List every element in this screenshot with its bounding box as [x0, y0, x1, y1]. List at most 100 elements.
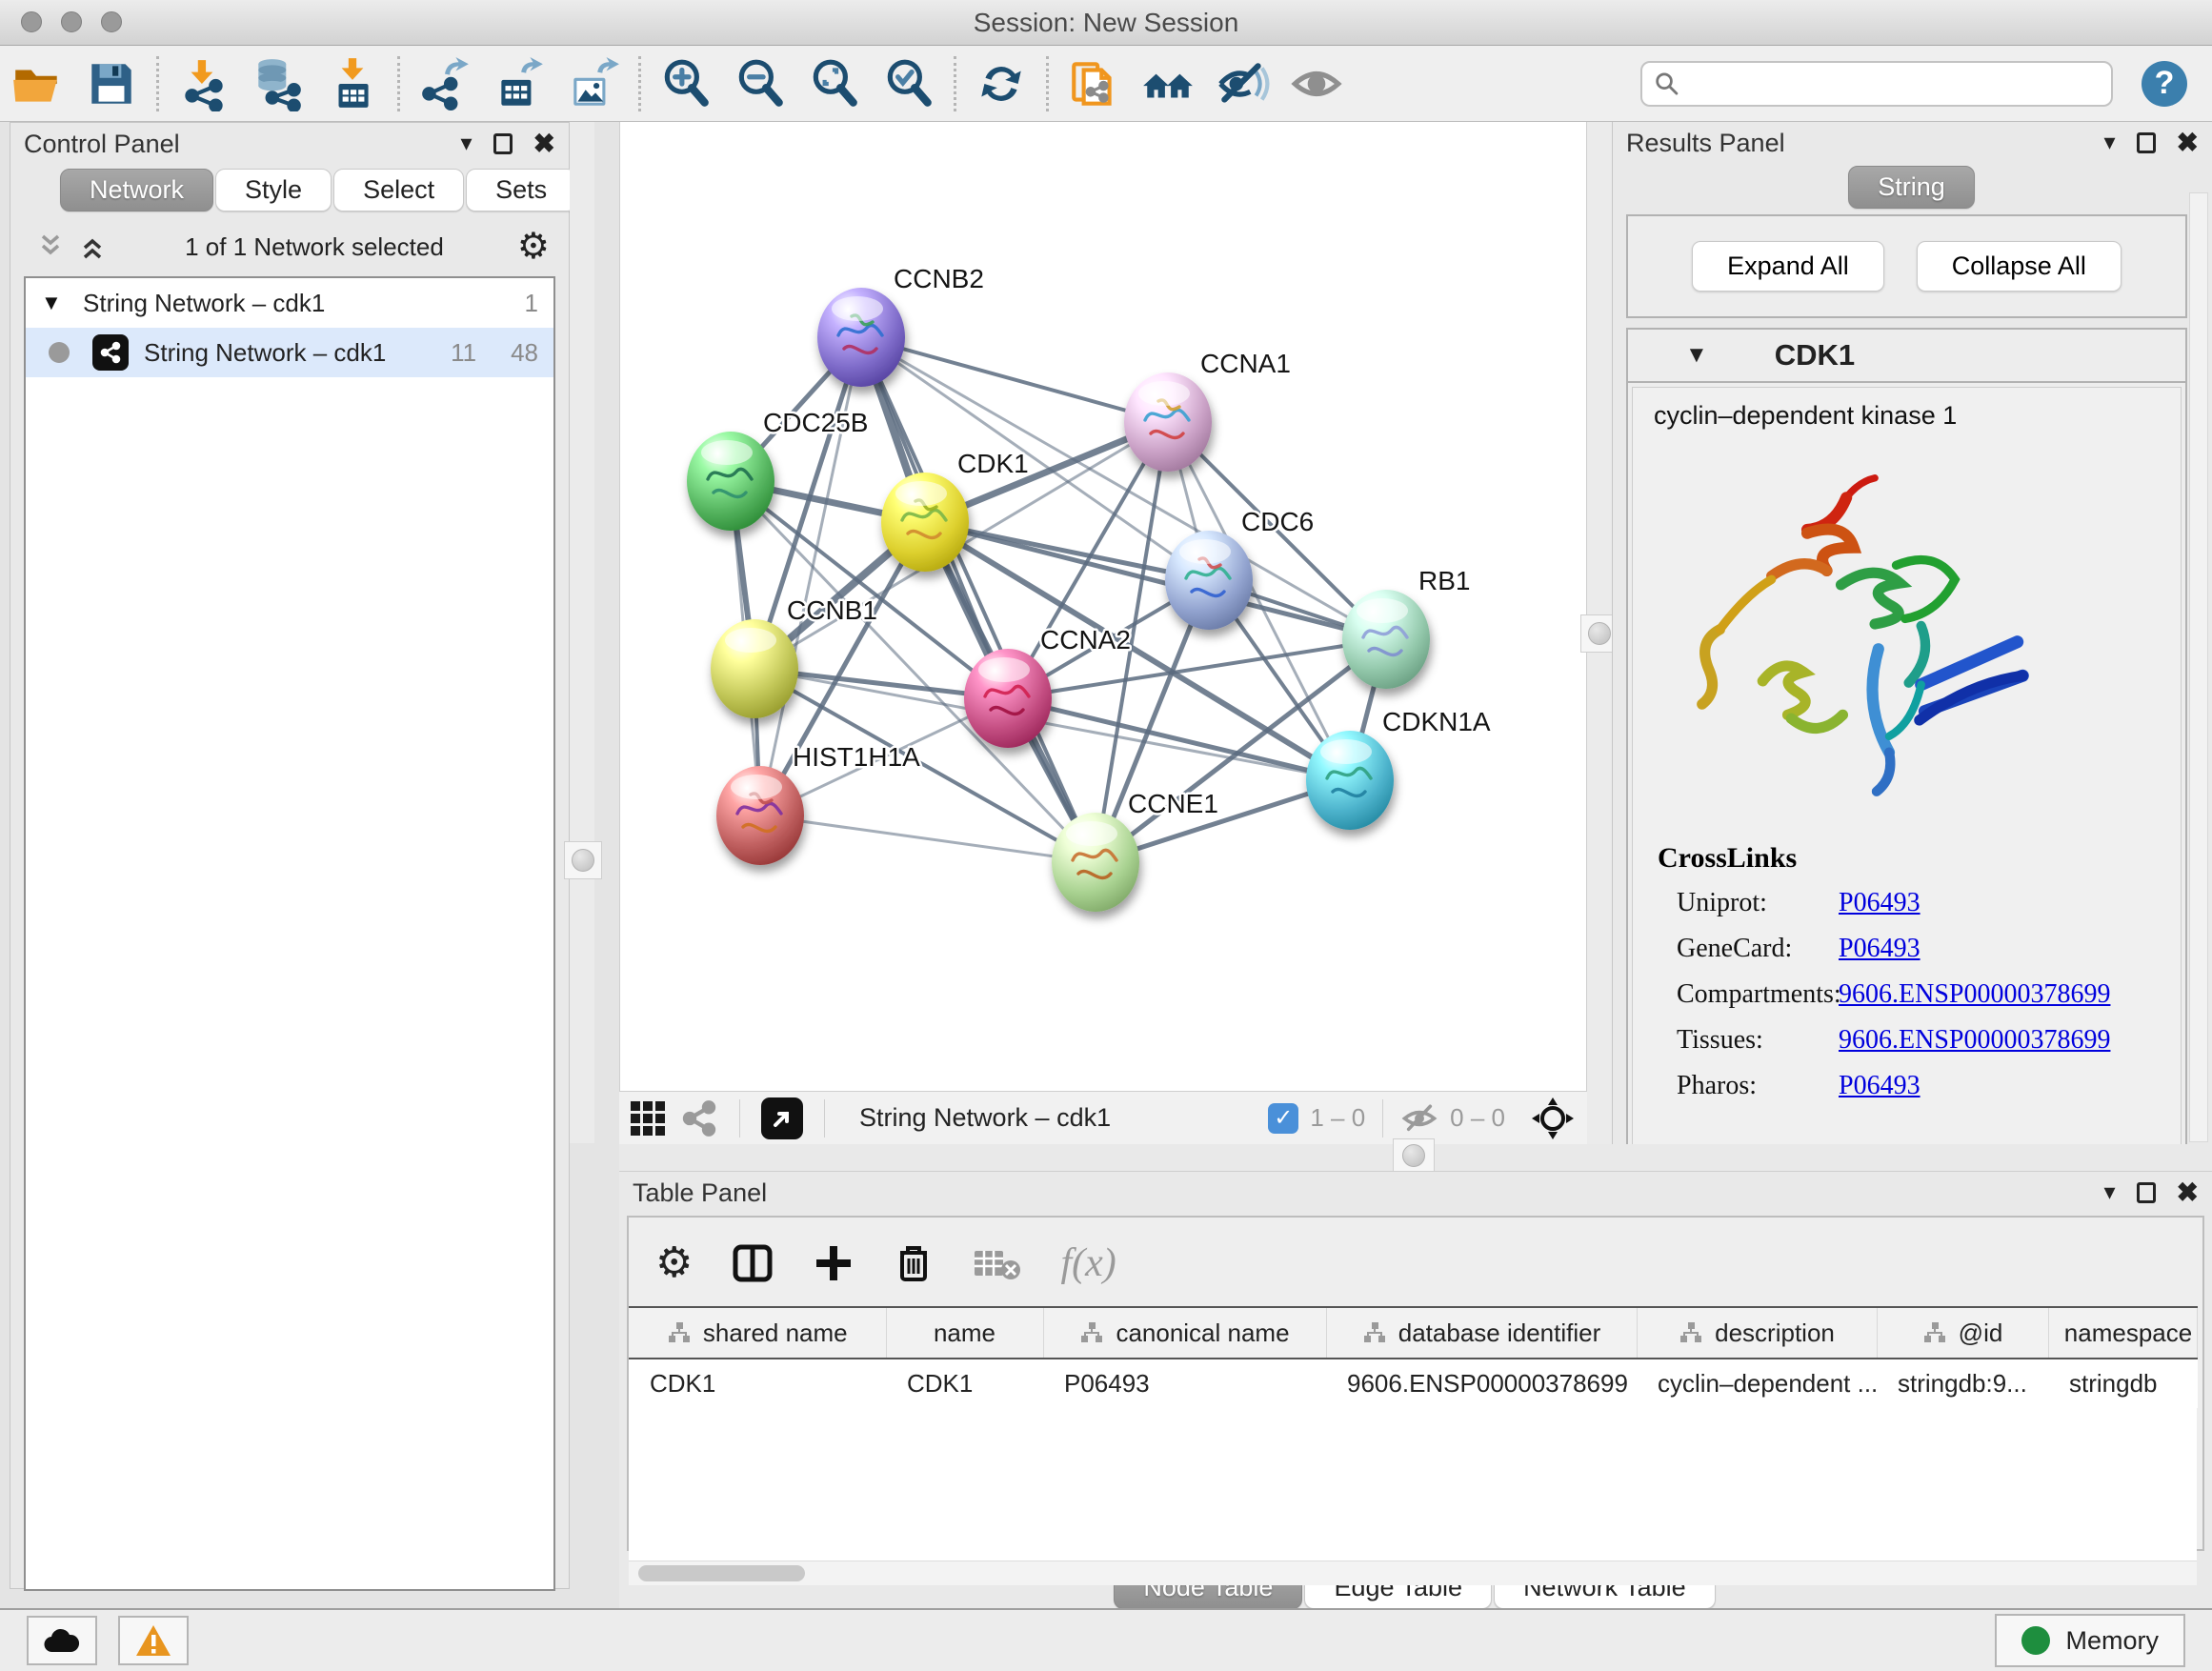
network-node-CDKN1A[interactable]	[1306, 731, 1394, 830]
tab-style[interactable]: Style	[215, 169, 332, 211]
column-header-description[interactable]: description	[1637, 1307, 1877, 1359]
node-label-HIST1H1A: HIST1H1A	[793, 742, 920, 772]
tab-select[interactable]: Select	[333, 169, 464, 211]
minimize-window-button[interactable]	[61, 11, 82, 32]
network-node-CCNB2[interactable]	[817, 288, 905, 387]
crosslink-link[interactable]: 9606.ENSP00000378699	[1839, 979, 2110, 1010]
collapse-all-icon[interactable]	[37, 232, 70, 261]
results-panel-float-icon[interactable]	[2137, 132, 2156, 153]
help-button[interactable]: ?	[2142, 61, 2187, 107]
selected-checkbox-icon[interactable]: ✓	[1268, 1103, 1298, 1134]
first-neighbors-button[interactable]	[1131, 50, 1205, 118]
network-node-CCNA2[interactable]	[964, 649, 1052, 748]
clone-network-button[interactable]	[1056, 50, 1131, 118]
network-row[interactable]: String Network – cdk1 11 48	[26, 328, 553, 377]
crosslink-link[interactable]: P06493	[1839, 1071, 1920, 1101]
expand-all-icon[interactable]	[79, 232, 111, 261]
share-view-icon[interactable]	[680, 1099, 718, 1137]
export-image-button[interactable]	[556, 50, 631, 118]
network-graph[interactable]: CCNB2CCNA1CDC25BCDK1CDC6RB1CCNB1CCNA2CDK…	[620, 122, 1588, 1091]
main-toolbar: ?	[0, 46, 2212, 122]
hide-selected-button[interactable]	[1205, 50, 1279, 118]
open-session-button[interactable]	[0, 50, 74, 118]
table-horizontal-scrollbar[interactable]	[629, 1560, 2197, 1585]
clone-network-icon	[1066, 56, 1121, 111]
network-node-CCNB1[interactable]	[711, 619, 798, 718]
column-header-shared-name[interactable]: shared name	[629, 1307, 886, 1359]
function-builder-icon[interactable]: f(x)	[1060, 1240, 1116, 1286]
collection-expand-icon[interactable]: ▼	[41, 291, 83, 315]
table-panel-menu-icon[interactable]: ▾	[2103, 1181, 2115, 1204]
detach-view-icon[interactable]	[761, 1097, 803, 1139]
save-session-button[interactable]	[74, 50, 149, 118]
network-collection-row[interactable]: ▼ String Network – cdk1 1	[26, 278, 553, 328]
create-column-icon[interactable]	[813, 1242, 855, 1284]
control-panel-float-icon[interactable]	[493, 133, 513, 154]
control-panel-close-icon[interactable]: ✖	[533, 131, 555, 157]
network-view-title: String Network – cdk1	[859, 1103, 1253, 1133]
network-node-RB1[interactable]	[1342, 590, 1430, 689]
network-node-CDC25B[interactable]	[687, 432, 774, 531]
network-edge-CCNB2-CCNA1[interactable]	[861, 337, 1168, 422]
column-header-canonical-name[interactable]: canonical name	[1043, 1307, 1326, 1359]
cloud-button[interactable]	[27, 1616, 97, 1665]
network-tree: ▼ String Network – cdk1 1 String Network…	[24, 276, 555, 1591]
network-node-HIST1H1A[interactable]	[716, 766, 804, 865]
column-header-database-identifier[interactable]: database identifier	[1326, 1307, 1637, 1359]
gene-collapse-icon[interactable]: ▼	[1685, 342, 1708, 369]
results-panel-close-icon[interactable]: ✖	[2177, 130, 2199, 156]
import-network-file-button[interactable]	[167, 50, 241, 118]
network-edge-HIST1H1A-CCNE1[interactable]	[760, 815, 1096, 862]
network-node-CDK1[interactable]	[881, 473, 969, 572]
table-panel-close-icon[interactable]: ✖	[2177, 1179, 2199, 1206]
crosslink-link[interactable]: 9606.ENSP00000378699	[1839, 1025, 2110, 1056]
birdseye-icon[interactable]	[1530, 1096, 1576, 1141]
search-input[interactable]	[1690, 69, 2100, 98]
show-all-button[interactable]	[1279, 50, 1354, 118]
crosslink-link[interactable]: P06493	[1839, 888, 1920, 918]
zoom-in-button[interactable]	[649, 50, 723, 118]
delete-table-icon[interactable]	[973, 1245, 1022, 1281]
close-window-button[interactable]	[21, 11, 42, 32]
network-node-CCNE1[interactable]	[1052, 813, 1139, 912]
table-splitter-handle[interactable]	[1393, 1138, 1435, 1173]
table-row[interactable]: CDK1CDK1P064939606.ENSP00000378699cyclin…	[629, 1359, 2197, 1408]
left-splitter-handle[interactable]	[564, 841, 602, 879]
network-options-gear-icon[interactable]: ⚙	[517, 229, 550, 265]
apply-style-button[interactable]	[964, 50, 1038, 118]
column-header-name[interactable]: name	[886, 1307, 1043, 1359]
import-network-database-button[interactable]	[241, 50, 315, 118]
control-panel-menu-icon[interactable]: ▾	[460, 132, 472, 155]
warning-button[interactable]	[118, 1616, 189, 1665]
column-header--id[interactable]: @id	[1877, 1307, 2048, 1359]
network-canvas[interactable]: CCNB2CCNA1CDC25BCDK1CDC6RB1CCNB1CCNA2CDK…	[619, 122, 1587, 1091]
table-options-gear-icon[interactable]: ⚙	[655, 1238, 693, 1287]
export-network-button[interactable]	[408, 50, 482, 118]
memory-button[interactable]: Memory	[1995, 1614, 2185, 1667]
zoom-out-button[interactable]	[723, 50, 797, 118]
network-node-CDC6[interactable]	[1165, 531, 1253, 630]
left-splitter[interactable]	[570, 122, 594, 1143]
collapse-all-button[interactable]: Collapse All	[1917, 241, 2122, 292]
delete-column-icon[interactable]	[893, 1241, 935, 1285]
results-panel-menu-icon[interactable]: ▾	[2103, 131, 2115, 154]
results-scrollbar[interactable]	[2189, 192, 2208, 1142]
zoom-selected-button[interactable]	[872, 50, 946, 118]
network-node-CCNA1[interactable]	[1124, 372, 1212, 472]
hidden-eye-icon[interactable]	[1400, 1102, 1438, 1135]
column-header-namespace[interactable]: namespace	[2048, 1307, 2197, 1359]
network-edge-CCNB2-CCNE1[interactable]	[861, 337, 1096, 862]
tab-string[interactable]: String	[1848, 166, 1975, 209]
zoom-fit-button[interactable]	[797, 50, 872, 118]
zoom-window-button[interactable]	[101, 11, 122, 32]
export-table-button[interactable]	[482, 50, 556, 118]
expand-all-button[interactable]: Expand All	[1692, 241, 1884, 292]
tab-sets[interactable]: Sets	[466, 169, 576, 211]
tab-network[interactable]: Network	[60, 169, 213, 211]
network-edge-CDK1-RB1[interactable]	[925, 522, 1386, 639]
grid-view-icon[interactable]	[631, 1101, 665, 1136]
show-columns-icon[interactable]	[731, 1241, 774, 1285]
import-table-file-button[interactable]	[315, 50, 390, 118]
table-panel-float-icon[interactable]	[2137, 1182, 2156, 1203]
crosslink-link[interactable]: P06493	[1839, 934, 1920, 964]
